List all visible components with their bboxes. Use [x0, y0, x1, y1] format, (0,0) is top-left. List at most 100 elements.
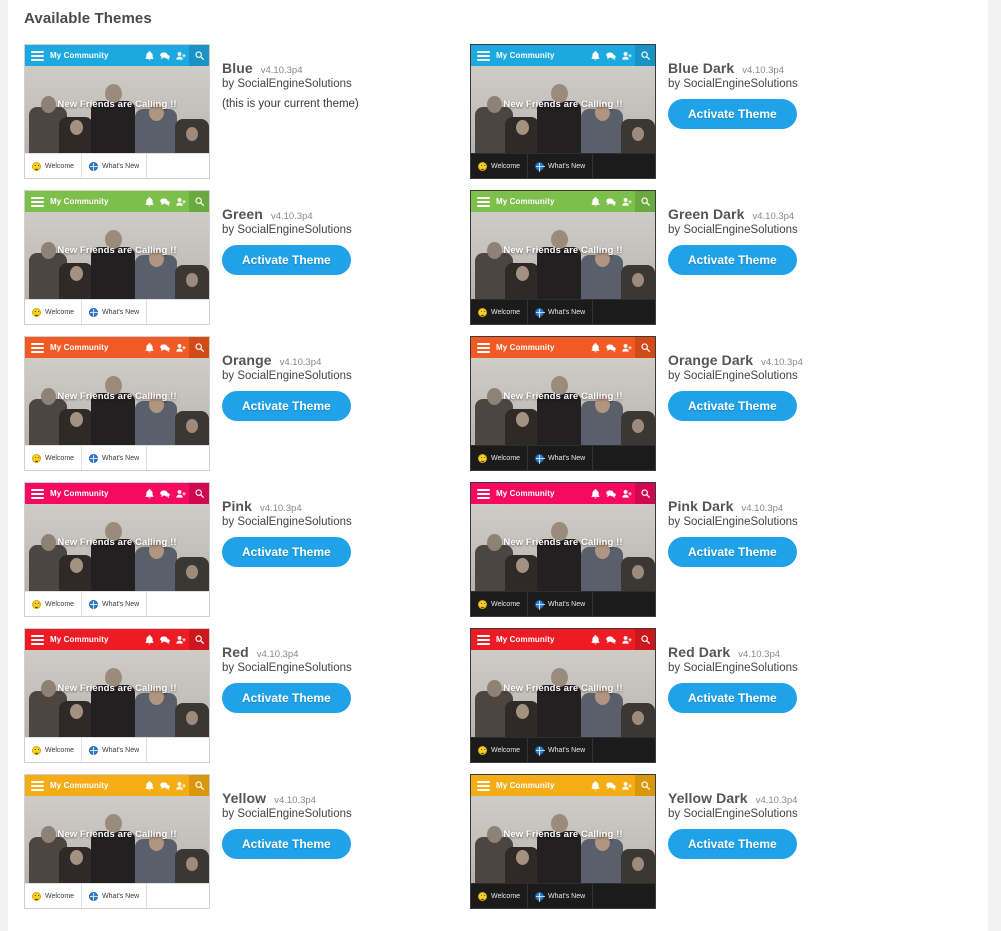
activate-theme-button[interactable]: Activate Theme [222, 683, 351, 713]
theme-card: My Community New Friends are Calling !! We… [470, 44, 916, 190]
preview-header-bar: My Community [471, 483, 655, 504]
activate-theme-button[interactable]: Activate Theme [222, 391, 351, 421]
theme-thumbnail[interactable]: My Community New Friends are Calling !! We… [24, 44, 210, 179]
theme-name: Blue [222, 60, 253, 76]
bell-icon [141, 337, 157, 358]
theme-row: My Community New Friends are Calling !! We… [24, 774, 972, 920]
preview-header-bar: My Community [471, 337, 655, 358]
preview-banner-text: New Friends are Calling !! [57, 245, 177, 257]
theme-author: by SocialEngineSolutions [668, 224, 916, 236]
preview-tab-label: Welcome [491, 600, 521, 608]
globe-icon [535, 891, 546, 902]
theme-author-name: SocialEngineSolutions [237, 224, 352, 236]
preview-tab: Welcome [471, 446, 529, 470]
theme-name: Green Dark [668, 206, 745, 222]
preview-banner-text: New Friends are Calling !! [57, 391, 177, 403]
chat-icon [603, 337, 619, 358]
preview-tab-filler [147, 592, 209, 616]
search-icon [189, 45, 209, 66]
theme-author-name: SocialEngineSolutions [683, 516, 798, 528]
theme-author-prefix: by [222, 516, 238, 528]
add-user-icon [173, 45, 189, 66]
add-user-icon [619, 45, 635, 66]
theme-version: v4.10.3p4 [270, 211, 313, 222]
chat-icon [157, 629, 173, 650]
theme-thumbnail[interactable]: My Community New Friends are Calling !! We… [24, 336, 210, 471]
chat-icon [603, 775, 619, 796]
theme-author-name: SocialEngineSolutions [683, 808, 798, 820]
theme-thumbnail[interactable]: My Community New Friends are Calling !! We… [24, 774, 210, 909]
preview-tab-filler [147, 154, 209, 178]
theme-author: by SocialEngineSolutions [668, 78, 916, 90]
activate-theme-button[interactable]: Activate Theme [222, 537, 351, 567]
chat-icon [603, 629, 619, 650]
theme-thumbnail[interactable]: My Community New Friends are Calling !! We… [470, 774, 656, 909]
theme-thumbnail[interactable]: My Community New Friends are Calling !! We… [470, 628, 656, 763]
theme-author: by SocialEngineSolutions [668, 516, 916, 528]
theme-version: v4.10.3p4 [256, 649, 299, 660]
theme-card: My Community New Friends are Calling !! We… [24, 774, 470, 920]
theme-thumbnail[interactable]: My Community New Friends are Calling !! We… [470, 190, 656, 325]
activate-theme-button[interactable]: Activate Theme [222, 829, 351, 859]
preview-tab: Welcome [471, 154, 529, 178]
theme-name: Green [222, 206, 263, 222]
theme-thumbnail[interactable]: My Community New Friends are Calling !! We… [24, 628, 210, 763]
theme-row: My Community New Friends are Calling !! We… [24, 482, 972, 628]
theme-title-line: Pink v4.10.3p4 [222, 498, 470, 514]
preview-tab-label: Welcome [45, 746, 75, 754]
preview-tab-label: What's New [102, 454, 140, 462]
theme-thumbnail[interactable]: My Community New Friends are Calling !! We… [24, 190, 210, 325]
preview-tab-label: Welcome [491, 746, 521, 754]
bell-icon [141, 483, 157, 504]
current-theme-note: (this is your current theme) [222, 98, 359, 110]
globe-icon [89, 161, 100, 172]
theme-author-name: SocialEngineSolutions [237, 78, 352, 90]
bell-icon [587, 483, 603, 504]
search-icon [189, 629, 209, 650]
preview-tab-bar: Welcome What's New [471, 883, 655, 908]
activate-theme-button[interactable]: Activate Theme [668, 829, 797, 859]
theme-thumbnail[interactable]: My Community New Friends are Calling !! We… [470, 336, 656, 471]
theme-card: My Community New Friends are Calling !! We… [470, 336, 916, 482]
smiley-icon [32, 891, 41, 901]
bell-icon [141, 45, 157, 66]
add-user-icon [619, 775, 635, 796]
search-icon [635, 629, 655, 650]
preview-tab-bar: Welcome What's New [25, 153, 209, 178]
theme-thumbnail[interactable]: My Community New Friends are Calling !! We… [24, 482, 210, 617]
globe-icon [89, 891, 100, 902]
preview-tab-bar: Welcome What's New [25, 737, 209, 762]
theme-thumbnail[interactable]: My Community New Friends are Calling !! We… [470, 482, 656, 617]
theme-grid: My Community New Friends are Calling !! We… [24, 44, 972, 920]
preview-banner: New Friends are Calling !! [25, 796, 209, 883]
preview-tab: What's New [528, 884, 594, 908]
theme-author-name: SocialEngineSolutions [683, 370, 798, 382]
theme-author: by SocialEngineSolutions [222, 516, 470, 528]
theme-title-line: Yellow v4.10.3p4 [222, 790, 470, 806]
hamburger-icon [31, 342, 44, 353]
preview-site-title: My Community [496, 781, 555, 790]
activate-theme-button[interactable]: Activate Theme [668, 537, 797, 567]
bell-icon [141, 775, 157, 796]
preview-tab: Welcome [25, 884, 83, 908]
preview-tab-label: What's New [548, 454, 586, 462]
preview-tab-label: What's New [102, 162, 140, 170]
activate-theme-button[interactable]: Activate Theme [668, 391, 797, 421]
theme-author-prefix: by [668, 78, 684, 90]
activate-theme-button[interactable]: Activate Theme [668, 245, 797, 275]
theme-meta: Blue v4.10.3p4 by SocialEngineSolutions (th… [210, 44, 470, 190]
chat-icon [157, 337, 173, 358]
theme-author-name: SocialEngineSolutions [237, 662, 352, 674]
activate-theme-button[interactable]: Activate Theme [222, 245, 351, 275]
globe-icon [89, 453, 100, 464]
preview-tab-label: What's New [548, 162, 586, 170]
preview-tab-label: Welcome [45, 600, 75, 608]
theme-thumbnail[interactable]: My Community New Friends are Calling !! We… [470, 44, 656, 179]
theme-version: v4.10.3p4 [761, 357, 803, 368]
activate-theme-button[interactable]: Activate Theme [668, 99, 797, 129]
theme-author-name: SocialEngineSolutions [683, 224, 798, 236]
activate-theme-button[interactable]: Activate Theme [668, 683, 797, 713]
globe-icon [89, 599, 100, 610]
theme-author-name: SocialEngineSolutions [237, 808, 352, 820]
globe-icon [535, 161, 546, 172]
